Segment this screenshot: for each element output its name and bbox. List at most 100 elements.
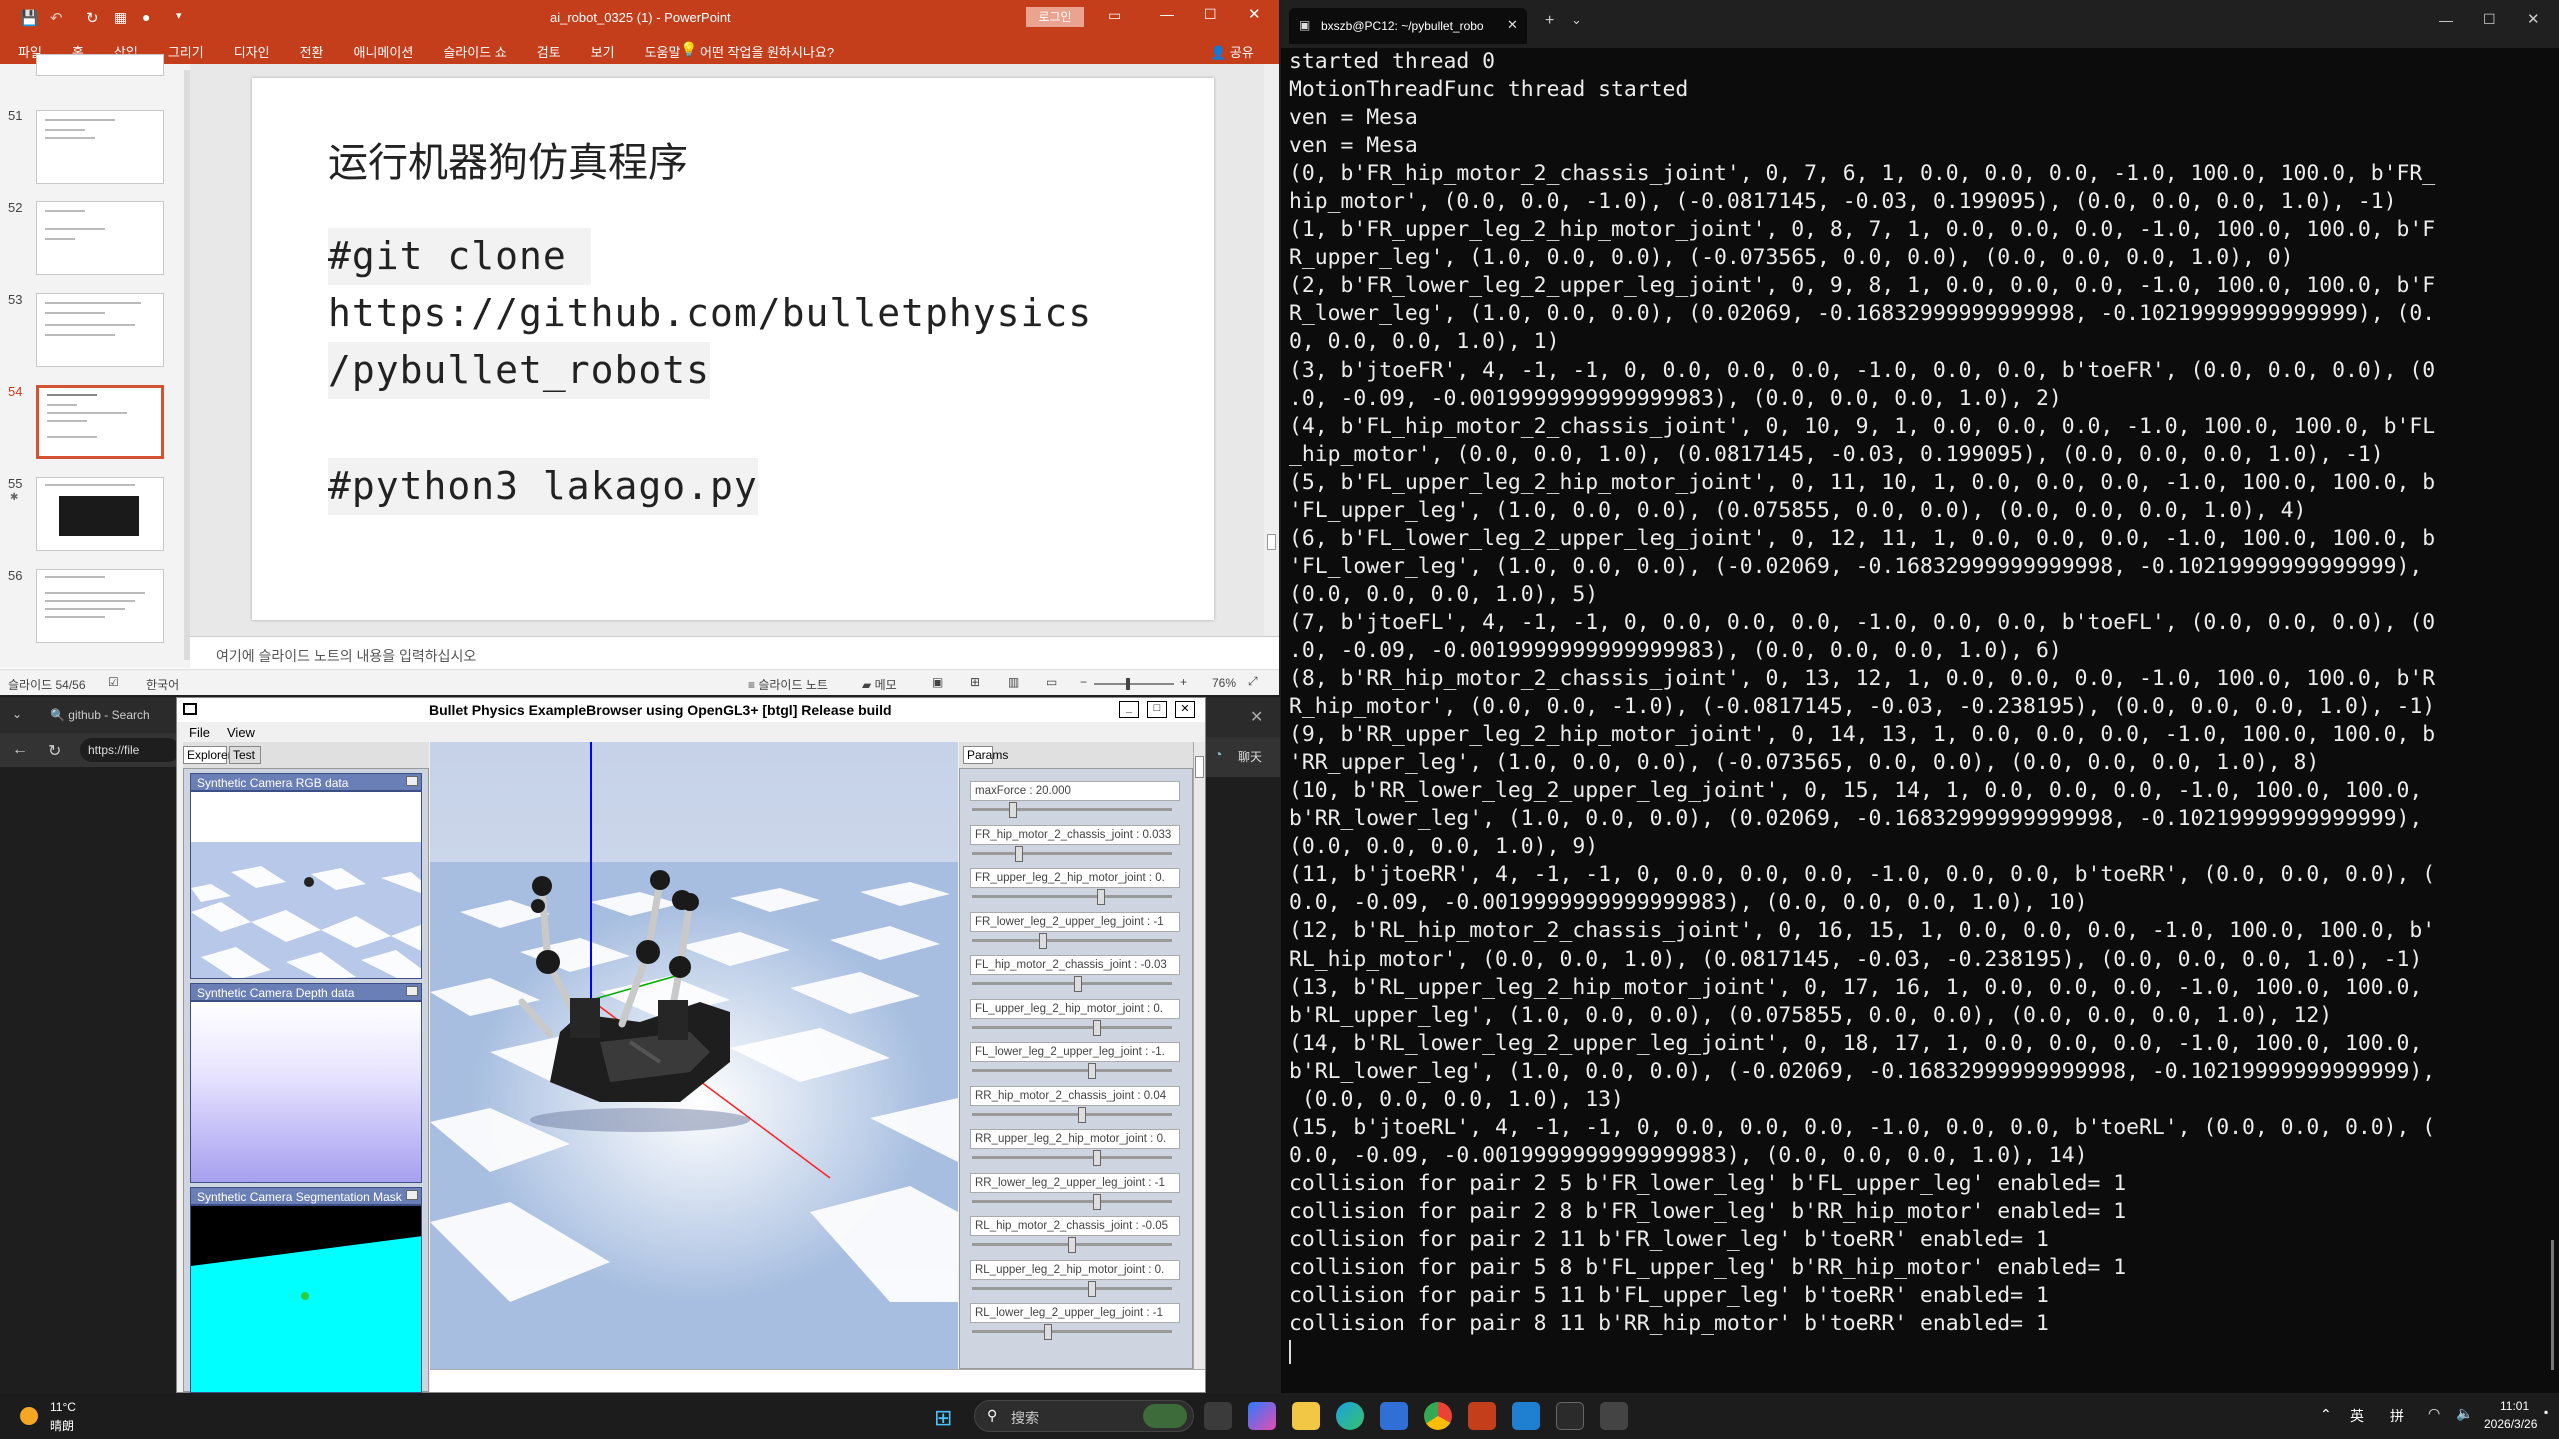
ribbon-display-icon[interactable]: ▭ — [1108, 7, 1121, 24]
zoom-slider[interactable] — [1094, 678, 1174, 690]
zoom-out-icon[interactable]: − — [1080, 675, 1087, 689]
spellcheck-icon[interactable]: ☑ — [108, 675, 119, 689]
zoom-in-icon[interactable]: + — [1180, 675, 1187, 689]
menu-item[interactable]: 전환 — [300, 42, 324, 61]
param-slider[interactable]: FL_upper_leg_2_hip_motor_joint : 0. — [970, 998, 1180, 1036]
slider-track[interactable] — [972, 938, 1172, 942]
slider-track[interactable] — [972, 1330, 1172, 1333]
ime-mode[interactable]: 拼 — [2390, 1406, 2404, 1426]
wifi-icon[interactable]: ◠ — [2428, 1405, 2440, 1422]
reading-view-icon[interactable]: ▥ — [1008, 675, 1019, 689]
slide-sorter-icon[interactable]: ⊞ — [970, 675, 980, 689]
param-slider[interactable]: RL_lower_leg_2_upper_leg_joint : -1 — [970, 1303, 1180, 1340]
task-view-icon[interactable] — [1204, 1402, 1232, 1430]
slide-thumb-50[interactable] — [36, 54, 164, 76]
menu-item[interactable]: 보기 — [591, 42, 615, 61]
slider-track[interactable] — [972, 851, 1172, 855]
slideshow-icon[interactable]: ▭ — [1046, 675, 1057, 689]
slider-track[interactable] — [972, 895, 1172, 898]
maximize-icon[interactable]: □ — [1147, 701, 1167, 718]
notification-icon[interactable]: ▪ — [2544, 1405, 2548, 1419]
param-slider[interactable]: RR_lower_leg_2_upper_leg_joint : -1 — [970, 1172, 1180, 1210]
3d-viewport[interactable] — [430, 742, 958, 1369]
param-slider[interactable]: FL_hip_motor_2_chassis_joint : -0.03 — [970, 955, 1180, 992]
slider-knob[interactable] — [1087, 1280, 1096, 1297]
reload-icon[interactable]: ↻ — [48, 741, 61, 761]
volume-icon[interactable]: 🔈 — [2456, 1405, 2473, 1422]
minimize-icon[interactable]: _ — [1119, 701, 1139, 718]
tab-test[interactable]: Test — [229, 746, 261, 764]
close-icon[interactable]: ✕ — [2527, 10, 2540, 28]
param-slider[interactable]: RR_upper_leg_2_hip_motor_joint : 0. — [970, 1129, 1180, 1166]
slider-track[interactable] — [972, 1025, 1172, 1029]
slider-track[interactable] — [972, 1069, 1172, 1072]
minimize-icon[interactable]: — — [2439, 12, 2453, 28]
param-slider[interactable]: maxForce : 20.000 — [970, 781, 1180, 818]
tab-explorer[interactable]: Explorer — [183, 746, 232, 764]
powerpoint-icon[interactable] — [1468, 1402, 1496, 1430]
notes-pane[interactable]: 여기에 슬라이드 노트의 내용을 입력하십시오 — [190, 636, 1279, 669]
store-icon[interactable] — [1380, 1402, 1408, 1430]
menu-file[interactable]: File — [189, 725, 210, 740]
slider-track[interactable] — [972, 1112, 1172, 1116]
chat-label[interactable]: 聊天 — [1238, 748, 1262, 765]
menu-item[interactable]: 검토 — [537, 42, 561, 61]
terminal-tab[interactable]: ▣ bxszb@PC12: ~/pybullet_robo ✕ — [1289, 8, 1527, 44]
edge-icon[interactable] — [1336, 1402, 1364, 1430]
param-slider[interactable]: RL_hip_motor_2_chassis_joint : -0.05 — [970, 1216, 1180, 1253]
start-icon[interactable]: ⊞ — [934, 1405, 952, 1431]
search-box[interactable]: ⚲ 搜索 — [974, 1400, 1194, 1432]
slider-knob[interactable] — [1009, 802, 1018, 818]
close-icon[interactable]: ✕ — [1248, 5, 1261, 23]
dropdown-icon[interactable]: ▾ — [176, 9, 182, 22]
param-slider[interactable]: FR_hip_motor_2_chassis_joint : 0.033 — [970, 824, 1180, 862]
clock-date[interactable]: 2026/3/26 — [2484, 1417, 2537, 1431]
tray-overflow-icon[interactable]: ⌃ — [2320, 1406, 2332, 1423]
slider-knob[interactable] — [1077, 1106, 1086, 1123]
copilot-icon[interactable] — [1248, 1402, 1276, 1430]
param-slider[interactable]: FL_lower_leg_2_upper_leg_joint : -1. — [970, 1042, 1180, 1079]
slider-knob[interactable] — [1068, 1237, 1076, 1253]
menu-item[interactable]: 그리기 — [168, 42, 204, 61]
fit-slide-icon[interactable]: ⤢ — [1248, 674, 1258, 689]
slider-knob[interactable] — [1015, 845, 1024, 862]
close-icon[interactable]: ✕ — [1175, 701, 1195, 718]
login-button[interactable]: 로그인 — [1026, 7, 1084, 27]
zoom-level[interactable]: 76% — [1212, 676, 1236, 690]
terminal-app-icon[interactable] — [1556, 1402, 1584, 1430]
slide-thumb-54[interactable] — [36, 385, 164, 459]
slider-track[interactable] — [972, 808, 1172, 811]
maximize-icon[interactable]: ☐ — [2483, 11, 2496, 28]
slider-knob[interactable] — [1097, 889, 1106, 905]
menu-item[interactable]: 디자인 — [234, 42, 270, 61]
save-icon[interactable]: 💾 — [20, 9, 39, 27]
weather-icon[interactable] — [20, 1407, 38, 1425]
new-tab-icon[interactable]: + — [1545, 12, 1554, 30]
format-painter-icon[interactable]: ▦ — [114, 9, 127, 26]
current-slide[interactable]: 运行机器狗仿真程序 #git clone https://github.com/… — [252, 78, 1214, 620]
vscode-icon[interactable] — [1512, 1402, 1540, 1430]
language-label[interactable]: 한국어 — [146, 676, 179, 693]
params-scrollbar[interactable] — [1193, 742, 1205, 1369]
tab-dropdown-icon[interactable]: ⌄ — [1571, 12, 1582, 28]
menu-item[interactable]: 슬라이드 쇼 — [443, 42, 506, 61]
rgb-camera-header[interactable]: Synthetic Camera RGB data — [190, 773, 422, 791]
param-slider[interactable]: FR_upper_leg_2_hip_motor_joint : 0. — [970, 868, 1180, 905]
slider-knob[interactable] — [1087, 1063, 1096, 1079]
slider-track[interactable] — [972, 1286, 1172, 1290]
slide-thumb-55[interactable] — [36, 477, 164, 551]
slide-thumb-53[interactable] — [36, 293, 164, 367]
accessibility-icon[interactable]: ● — [142, 9, 150, 25]
slider-knob[interactable] — [1093, 1150, 1102, 1166]
slider-knob[interactable] — [1038, 932, 1047, 949]
slide-thumb-56[interactable] — [36, 569, 164, 643]
menu-item[interactable]: 도움말 — [645, 42, 681, 61]
slide-thumbnail-pane[interactable]: 51 52 53 54 55 ✱ 56 — [0, 54, 190, 668]
slide-thumb-52[interactable] — [36, 201, 164, 275]
copilot-icon[interactable]: ◔ — [1214, 746, 1222, 762]
editor-scrollbar[interactable] — [1264, 64, 1279, 636]
slider-knob[interactable] — [1093, 1019, 1102, 1036]
slider-track[interactable] — [972, 1156, 1172, 1159]
share-button[interactable]: 👤 공유 — [1210, 42, 1254, 61]
slider-knob[interactable] — [1044, 1324, 1053, 1340]
